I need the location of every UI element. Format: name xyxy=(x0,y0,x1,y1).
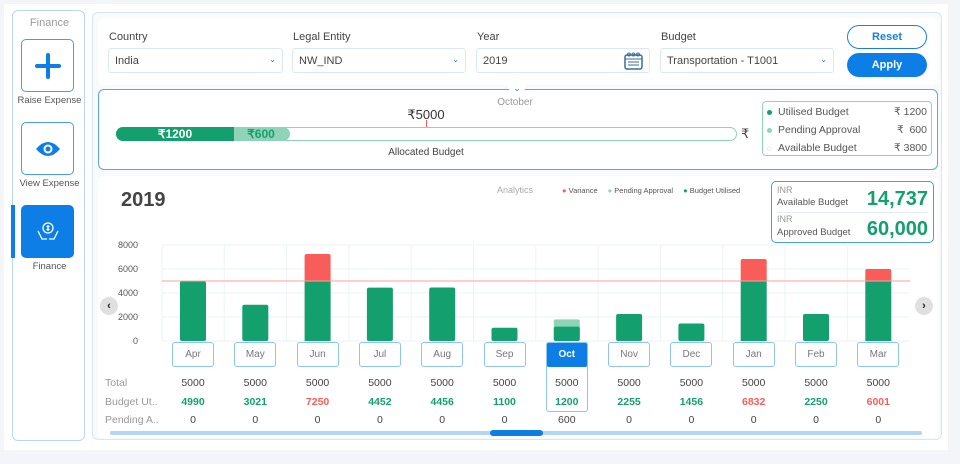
pending-cell: 0 xyxy=(314,414,321,426)
pending-cell: 0 xyxy=(501,414,508,426)
bar-utilised-feb xyxy=(803,314,829,341)
y-tick-label: 2000 xyxy=(118,312,138,322)
utilised-cell: 6832 xyxy=(742,396,766,408)
budget-chart: 8000 6000 4000 2000 0 xyxy=(118,240,910,346)
utilised-cell: 4452 xyxy=(368,396,392,408)
y-tick-label: 8000 xyxy=(118,240,138,250)
total-cell: 5000 xyxy=(243,377,267,389)
month-button-feb[interactable]: Feb xyxy=(795,342,837,367)
month-button-nov[interactable]: Nov xyxy=(608,342,651,367)
total-cell: 5000 xyxy=(492,377,517,389)
y-tick-label: 4000 xyxy=(118,288,138,298)
utilised-cell: 4990 xyxy=(181,396,205,408)
bar-utilised-mar xyxy=(865,281,892,341)
pending-cell: 0 xyxy=(750,414,757,426)
y-tick-label: 6000 xyxy=(118,264,138,274)
month-button-jun[interactable]: Jun xyxy=(296,342,339,367)
bar-utilised-may xyxy=(242,304,269,341)
pending-cell: 0 xyxy=(626,414,633,426)
total-cell: 5000 xyxy=(679,377,704,389)
utilised-cell: 7250 xyxy=(305,396,330,408)
total-cell: 5000 xyxy=(742,377,766,389)
bar-variance-jun xyxy=(304,254,331,283)
total-cell: 5000 xyxy=(555,377,579,389)
utilised-cell: 1100 xyxy=(493,396,516,408)
month-button-jul[interactable]: Jul xyxy=(358,342,401,367)
bar-utilised-oct xyxy=(553,326,580,341)
utilised-cell: 3021 xyxy=(243,396,267,408)
scrollbar-thumb[interactable] xyxy=(490,430,543,436)
bar-utilised-aug xyxy=(429,287,456,341)
total-cell: 5000 xyxy=(617,377,641,389)
bar-utilised-nov xyxy=(616,313,643,341)
row-label-utilised: Budget Ut.. xyxy=(105,396,158,408)
month-button-jan[interactable]: Jan xyxy=(732,342,775,367)
total-cell: 5000 xyxy=(181,377,205,389)
bar-utilised-apr xyxy=(180,281,206,341)
row-label-pending: Pending A.. xyxy=(105,414,159,426)
month-button-sep[interactable]: Sep xyxy=(483,342,526,367)
bar-utilised-jun xyxy=(304,281,331,341)
pending-cell: 600 xyxy=(558,414,576,426)
utilised-cell: 6001 xyxy=(866,396,890,408)
pending-cell: 0 xyxy=(439,414,446,426)
scroll-left-button[interactable]: ‹ xyxy=(100,297,118,315)
total-cell: 5000 xyxy=(866,377,890,389)
utilised-cell: 2250 xyxy=(804,396,828,408)
row-label-total: Total xyxy=(105,377,128,389)
pending-cell: 0 xyxy=(376,414,383,426)
utilised-cell: 4456 xyxy=(430,396,454,408)
scroll-right-button[interactable]: › xyxy=(915,297,933,315)
month-button-dec[interactable]: Dec xyxy=(670,342,713,367)
total-cell: 5000 xyxy=(430,377,454,389)
month-button-mar[interactable]: Mar xyxy=(857,342,900,367)
month-button-aug[interactable]: Aug xyxy=(421,342,464,367)
bar-utilised-dec xyxy=(678,323,705,341)
pending-cell: 0 xyxy=(813,414,819,426)
y-tick-label: 0 xyxy=(133,336,138,346)
month-button-may[interactable]: May xyxy=(234,342,277,367)
bar-utilised-sep xyxy=(491,327,518,341)
pending-cell: 0 xyxy=(252,414,259,426)
pending-cell: 0 xyxy=(190,414,196,426)
bar-utilised-jul xyxy=(366,287,393,341)
utilised-cell: 2255 xyxy=(617,396,641,408)
utilised-cell: 1456 xyxy=(679,396,704,408)
total-cell: 5000 xyxy=(368,377,392,389)
pending-cell: 0 xyxy=(875,414,882,426)
total-cell: 5000 xyxy=(804,377,828,389)
pending-cell: 0 xyxy=(688,414,695,426)
bar-variance-jan xyxy=(740,259,767,283)
month-button-apr[interactable]: Apr xyxy=(172,342,214,367)
utilised-cell: 1200 xyxy=(555,396,579,408)
bar-utilised-jan xyxy=(740,281,767,341)
total-cell: 5000 xyxy=(305,377,330,389)
